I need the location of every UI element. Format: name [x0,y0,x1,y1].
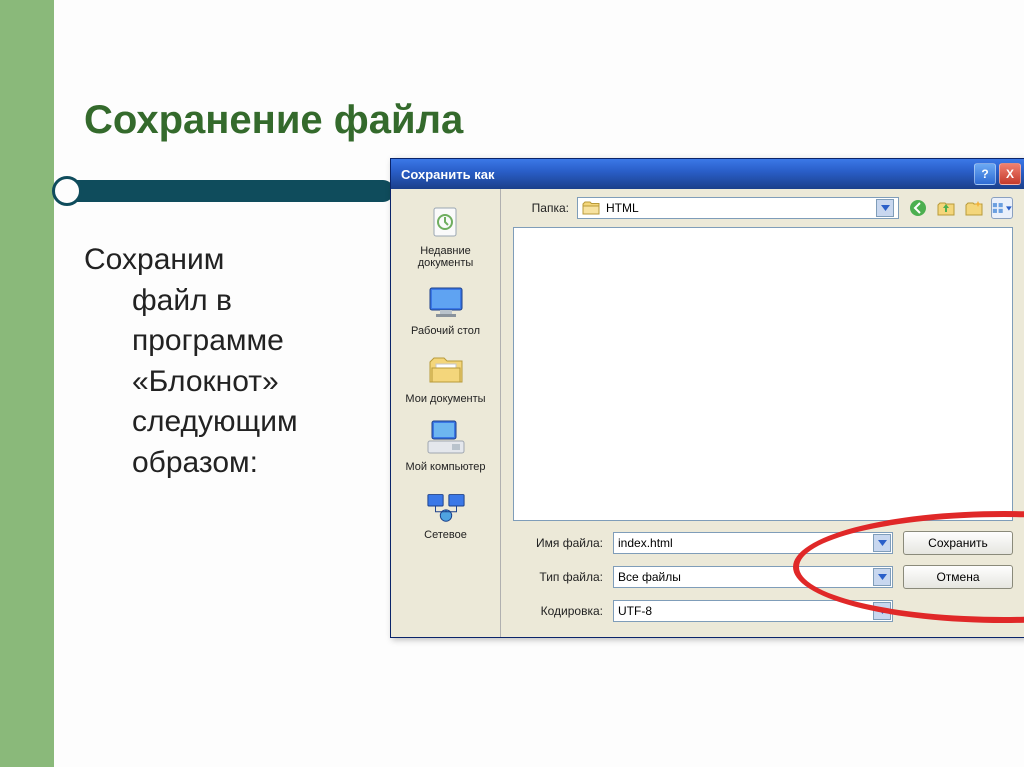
cancel-button[interactable]: Отмена [903,565,1013,589]
folder-label: Папка: [513,201,569,215]
titlebar-buttons: ? X [974,163,1021,185]
place-network[interactable]: Сетевое [398,481,494,545]
body-line: Сохраним [84,243,224,276]
chevron-down-icon[interactable] [873,534,891,552]
new-folder-icon[interactable] [963,197,985,219]
title-underline-bar [54,180,394,202]
folder-combobox[interactable]: HTML [577,197,899,219]
my-computer-icon [426,419,466,457]
up-one-level-icon[interactable] [935,197,957,219]
save-as-dialog: Сохранить как ? X Недавние документы [390,158,1024,638]
body-line: следующим [132,402,379,443]
body-line: файл в [132,281,379,322]
left-accent-bar [0,0,54,767]
chevron-down-icon[interactable] [873,602,891,620]
help-icon: ? [981,167,988,181]
filetype-label: Тип файла: [513,570,603,584]
dialog-titlebar[interactable]: Сохранить как ? X [391,159,1024,189]
filename-combobox[interactable]: index.html [613,532,893,554]
body-line: «Блокнот» [132,362,379,403]
back-icon[interactable] [907,197,929,219]
close-button[interactable]: X [999,163,1021,185]
close-icon: X [1006,167,1014,181]
desktop-icon [426,283,466,321]
help-button[interactable]: ? [974,163,996,185]
place-my-computer[interactable]: Мой компьютер [398,413,494,477]
body-line: образом: [132,443,379,484]
filetype-value: Все файлы [618,570,681,584]
place-recent-documents[interactable]: Недавние документы [398,197,494,273]
bottom-form: Имя файла: index.html Сохранить Тип файл… [513,529,1013,625]
title-bullet-circle [52,176,82,206]
place-my-documents[interactable]: Мои документы [398,345,494,409]
chevron-down-icon[interactable] [873,568,891,586]
encoding-label: Кодировка: [513,604,603,618]
cancel-button-label: Отмена [936,570,979,584]
folder-open-icon [582,200,600,216]
network-icon [426,487,466,525]
place-label: Мои документы [405,393,485,405]
slide-body-text: Сохраним файл в программе «Блокнот» след… [84,240,379,483]
body-line: программе [132,321,379,362]
my-documents-icon [426,351,466,389]
encoding-value: UTF-8 [618,604,652,618]
place-label: Сетевое [424,529,467,541]
filename-value: index.html [618,536,673,550]
file-list-area[interactable] [513,227,1013,521]
folder-row: Папка: HTML [513,197,1013,219]
folder-value: HTML [606,201,639,215]
recent-documents-icon [426,203,466,241]
place-label: Мой компьютер [405,461,485,473]
filetype-combobox[interactable]: Все файлы [613,566,893,588]
folder-toolbar [907,197,1013,219]
encoding-combobox[interactable]: UTF-8 [613,600,893,622]
dialog-body: Недавние документы Рабочий стол Мои доку… [391,189,1024,637]
chevron-down-icon[interactable] [876,199,894,217]
save-button-label: Сохранить [928,536,988,550]
dialog-title: Сохранить как [401,167,494,182]
place-desktop[interactable]: Рабочий стол [398,277,494,341]
place-label: Недавние документы [400,245,492,269]
save-button[interactable]: Сохранить [903,531,1013,555]
views-icon[interactable] [991,197,1013,219]
slide: Сохранение файла Сохраним файл в програм… [74,0,1024,767]
slide-title: Сохранение файла [84,98,463,143]
places-bar: Недавние документы Рабочий стол Мои доку… [391,189,501,637]
dialog-right-pane: Папка: HTML [501,189,1024,637]
place-label: Рабочий стол [411,325,480,337]
filename-label: Имя файла: [513,536,603,550]
